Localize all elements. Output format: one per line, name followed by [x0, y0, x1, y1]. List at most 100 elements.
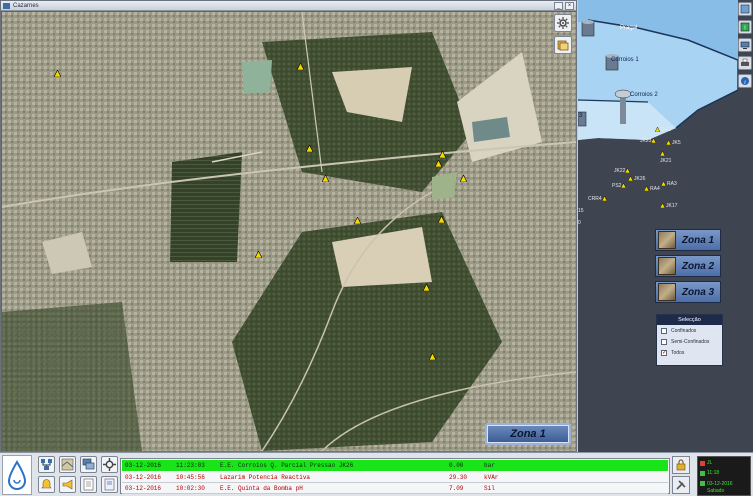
pin-icon[interactable] [306, 145, 313, 152]
tools-button[interactable] [672, 476, 690, 494]
pin-icon[interactable] [439, 151, 446, 158]
pin-icon[interactable] [435, 160, 442, 167]
checkbox[interactable] [661, 327, 667, 334]
side-icons [672, 456, 694, 496]
report-button[interactable] [80, 476, 97, 493]
pin-icon[interactable] [354, 217, 361, 224]
well-label: JK23 [640, 138, 652, 144]
well-marker[interactable]: PS2 [612, 183, 627, 189]
well-icon [661, 181, 666, 187]
well-icon [660, 203, 665, 209]
zone-label: Pragal [620, 25, 638, 31]
overview-toolbar: ! i [736, 0, 753, 110]
alarm-row[interactable]: 03-12-2016 10:45:56 Lazarim Potencia Rea… [122, 472, 668, 483]
layers-icon [557, 40, 569, 51]
well-icon [655, 127, 660, 133]
pin-icon[interactable] [429, 353, 436, 360]
option-semi-confinados[interactable]: Semi-Confinados [657, 336, 722, 347]
zona2-button[interactable]: Zona 2 [655, 255, 721, 277]
document-button[interactable] [101, 476, 118, 493]
checkbox[interactable] [661, 338, 667, 345]
status-day: Sabado [707, 488, 725, 494]
water-drop-icon [7, 460, 27, 490]
layers-tool-button[interactable] [554, 36, 572, 54]
close-button[interactable]: × [565, 2, 574, 10]
well-marker[interactable]: CRR4 [588, 196, 608, 202]
well-icon [625, 168, 631, 174]
app-icon [3, 3, 10, 9]
bell-button[interactable] [38, 476, 55, 493]
well-icon [660, 151, 665, 157]
pin-icon[interactable] [255, 251, 262, 258]
alarm-description: Lazarim Potencia Reactiva [220, 474, 311, 481]
alarm-description: E.E. Quinta da Bomba pH [220, 485, 303, 492]
overview-panel: Pragal Corroios 1 Corroios 2 3 ! i RA2 J… [578, 0, 753, 452]
map-view-button[interactable] [737, 2, 752, 16]
lock-icon [676, 459, 686, 471]
alarm-row[interactable]: 03-12-2016 11:23:03 E.E. Corroios Q. Par… [122, 460, 668, 471]
map-button[interactable] [59, 456, 76, 473]
selection-panel: Selecção Confinados Semi-Confinados ✓ To… [656, 314, 723, 366]
network-button[interactable] [38, 456, 55, 473]
pin-icon[interactable] [54, 70, 61, 77]
well-icon [644, 186, 649, 192]
tank-icon [581, 20, 595, 37]
well-label: JK21 [660, 158, 672, 164]
zone-label: Corroios 2 [630, 92, 658, 98]
gear-icon [103, 458, 116, 471]
alarm-unit: bar [484, 462, 495, 469]
well-marker[interactable]: RA3 [661, 181, 677, 187]
alarm-date: 03-12-2016 [125, 462, 162, 469]
well-icon [651, 138, 657, 144]
horn-button[interactable] [59, 476, 76, 493]
satellite-map[interactable]: Zona 1 [2, 12, 576, 451]
checkbox-checked[interactable]: ✓ [661, 349, 667, 356]
zone-label: 3 [579, 113, 583, 119]
alarm-list[interactable]: 03-12-2016 11:23:03 E.E. Corroios Q. Par… [120, 458, 670, 494]
settings-tool-button[interactable] [554, 14, 572, 32]
well-marker[interactable]: JK23 [640, 138, 657, 144]
screen-button[interactable] [737, 38, 752, 52]
well-marker[interactable]: RA2 [655, 127, 671, 133]
well-marker[interactable]: JK21 [660, 151, 671, 164]
bell-icon [41, 479, 52, 489]
alarm-button[interactable]: ! [737, 20, 752, 34]
windows-button[interactable] [80, 456, 97, 473]
pin-icon[interactable] [460, 175, 467, 182]
well-marker[interactable]: JK17 [660, 203, 677, 209]
option-label: Semi-Confinados [671, 338, 710, 345]
status-indicator [700, 471, 705, 476]
pin-icon[interactable] [322, 175, 329, 182]
map-window: Cazarnes _ × Zona 1 [0, 0, 577, 452]
status-panel: JL 11:18 03-12-2016 Sabado [697, 456, 751, 496]
well-marker[interactable]: JK5 [666, 140, 681, 146]
zona1-button[interactable]: Zona 1 [655, 229, 721, 251]
well-label: RA2 [661, 127, 671, 133]
alarm-row[interactable]: 03-12-2016 10:02:30 E.E. Quinta da Bomba… [122, 483, 668, 494]
logo [2, 455, 32, 495]
report-icon [83, 478, 94, 491]
pin-icon[interactable] [297, 63, 304, 70]
zone-thumbnail [658, 283, 676, 301]
pin-icon[interactable] [423, 284, 430, 291]
print-button[interactable] [737, 56, 752, 70]
zone-thumbnail [658, 231, 676, 249]
zona1-map-button[interactable]: Zona 1 [485, 423, 571, 445]
well-marker[interactable]: JK22 [614, 168, 631, 174]
zona3-button[interactable]: Zona 3 [655, 281, 721, 303]
well-label: JK22 [614, 168, 626, 174]
option-todos[interactable]: ✓ Todos [657, 347, 722, 358]
option-confinados[interactable]: Confinados [657, 325, 722, 336]
minimize-button[interactable]: _ [554, 2, 563, 10]
windows-icon [82, 458, 95, 470]
settings-button[interactable] [101, 456, 118, 473]
info-button[interactable]: i [737, 74, 752, 88]
lock-button[interactable] [672, 456, 690, 474]
pin-icon[interactable] [438, 216, 445, 223]
alarm-unit: kVAr [484, 474, 499, 481]
well-marker[interactable]: JK26 [628, 176, 645, 182]
gear-icon [557, 17, 569, 29]
well-label: JK17 [666, 203, 678, 209]
well-marker[interactable]: RA4 [644, 186, 660, 192]
map-icon [61, 458, 74, 471]
